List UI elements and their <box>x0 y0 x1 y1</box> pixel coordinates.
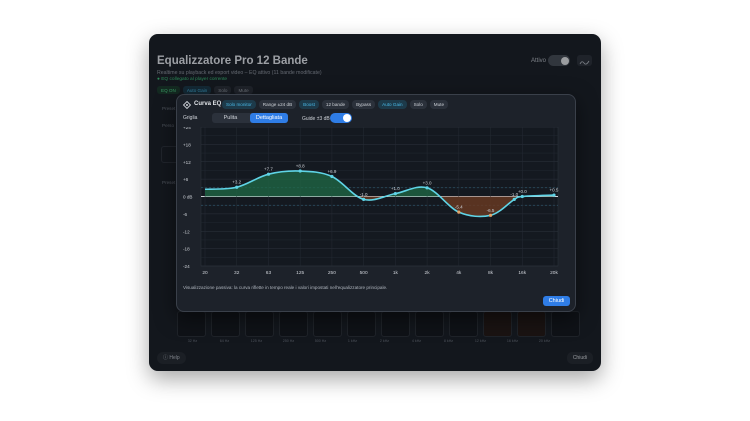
x-tick-label: 63 <box>266 270 272 276</box>
eq-band-point <box>512 197 516 201</box>
eq-band-value-label: -6.5 <box>487 208 495 213</box>
y-tick-label: 0 dB <box>183 195 192 200</box>
y-tick-label: -6 <box>183 212 188 217</box>
eq-band-value-label: -5.4 <box>455 205 463 210</box>
eq-band-value-label: +0.5 <box>550 188 559 193</box>
chip-solo[interactable]: Solo <box>409 100 427 109</box>
eq-band-point <box>266 172 271 176</box>
y-tick-label: -18 <box>183 247 190 252</box>
chip-solo-monitor[interactable]: Solo monitor <box>222 100 256 109</box>
eq-band-point <box>457 210 461 214</box>
x-tick-label: 32 <box>234 270 240 276</box>
guide-toggle[interactable] <box>330 113 352 123</box>
x-tick-label: 20 <box>202 270 208 276</box>
x-tick-label: 250 <box>328 270 336 276</box>
chip-bypass[interactable]: Bypass <box>352 100 376 109</box>
chip-mute[interactable]: Mute <box>429 100 448 109</box>
griglia-option-pulita[interactable]: Pulita <box>212 113 249 123</box>
modal-chips: Solo monitor Range ±24 dB Boost 12 bande… <box>222 100 448 109</box>
x-tick-label: 20k <box>550 270 558 276</box>
eq-band-value-label: +1.0 <box>391 186 400 191</box>
chip-boost[interactable]: Boost <box>299 100 319 109</box>
y-tick-label: +18 <box>183 142 191 147</box>
eq-band-point <box>488 213 493 217</box>
eq-band-value-label: +6.9 <box>327 169 336 174</box>
eq-band-point <box>393 192 397 196</box>
x-tick-label: 4k <box>456 270 462 276</box>
eq-band-value-label: +0.0 <box>518 189 527 194</box>
modal-footer-text: Visualizzazione passiva: la curva riflet… <box>183 285 388 290</box>
eq-band-point <box>298 169 302 173</box>
x-tick-label: 1k <box>393 270 399 276</box>
modal-title: Curva EQ <box>194 101 222 107</box>
eq-band-value-label: +3.2 <box>232 180 241 185</box>
griglia-segmented: Pulita Dettagliata <box>212 113 288 123</box>
chip-12-bande[interactable]: 12 bande <box>321 100 350 109</box>
x-tick-label: 125 <box>296 270 304 276</box>
eq-curve-modal: Curva EQ Solo monitor Range ±24 dB Boost… <box>176 94 576 312</box>
eq-band-value-label: +8.8 <box>296 164 305 169</box>
eq-band-value-label: -1.0 <box>360 192 368 197</box>
y-tick-label: -12 <box>183 229 190 234</box>
eq-band-point <box>235 185 239 189</box>
eq-band-point <box>520 194 524 199</box>
y-tick-label: +12 <box>183 160 191 165</box>
chip-range[interactable]: Range ±24 dB <box>258 100 297 109</box>
modal-close-button[interactable]: Chiudi <box>543 296 570 306</box>
guide-label: Guide ±3 dB <box>302 116 330 122</box>
griglia-option-dettagliata[interactable]: Dettagliata <box>250 113 288 123</box>
eq-band-point <box>425 186 429 190</box>
y-tick-label: +6 <box>183 177 189 182</box>
y-tick-label: -24 <box>183 264 190 269</box>
eq-band-point <box>362 197 366 201</box>
eq-curve-chart: +3.2+7.7+8.8+6.9-1.0+1.0+3.0-5.4-6.5-1.0… <box>183 127 559 276</box>
griglia-label: Griglia <box>183 115 198 121</box>
y-tick-label: +24 <box>183 127 191 130</box>
chip-auto-gain[interactable]: Auto Gain <box>378 100 407 109</box>
eq-band-point <box>552 193 556 197</box>
x-tick-label: 500 <box>360 270 368 276</box>
eq-band-point <box>330 174 334 179</box>
eq-diamond-icon <box>183 101 191 109</box>
eq-band-value-label: +3.0 <box>423 180 432 185</box>
eq-band-value-label: +7.7 <box>264 167 273 172</box>
x-tick-label: 2k <box>425 270 431 276</box>
x-tick-label: 16k <box>518 270 526 276</box>
x-tick-label: 8k <box>488 270 494 276</box>
